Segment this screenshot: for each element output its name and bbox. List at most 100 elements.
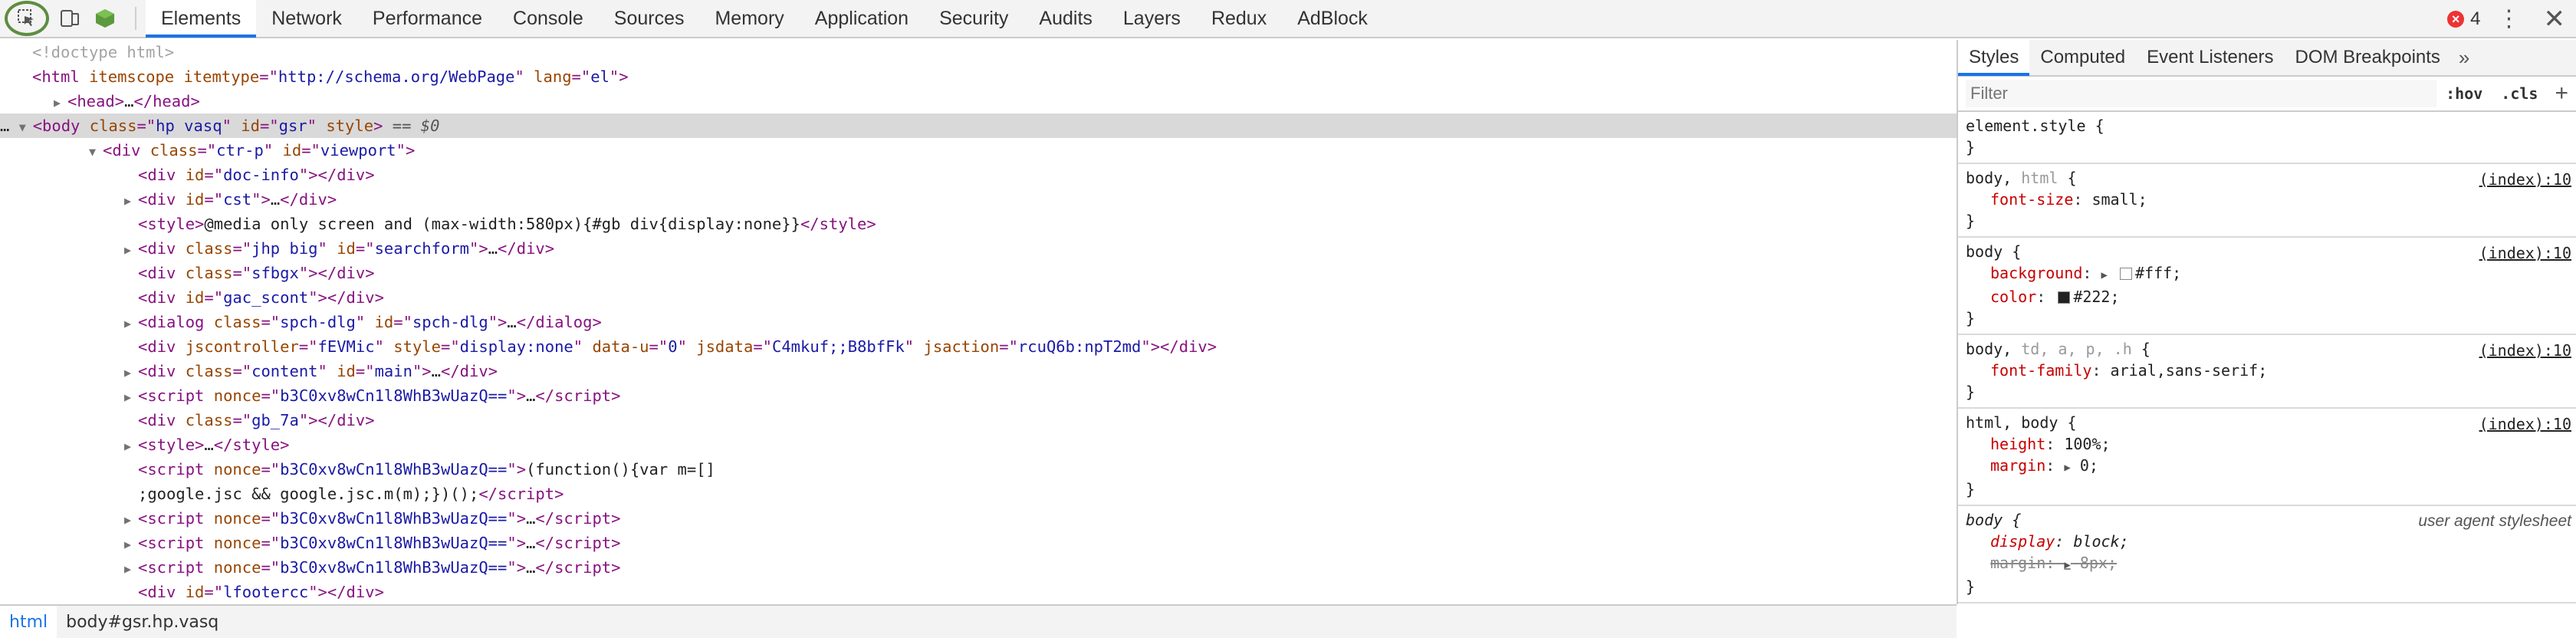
expand-triangle-icon: ▶ (124, 513, 132, 527)
dom-node[interactable]: <script nonce="b3C0xv8wCn1l8WhB3wUazQ=="… (0, 457, 715, 482)
expand-triangle-icon: ▼ (89, 145, 97, 159)
device-mode-icon (61, 10, 79, 27)
tab-sources[interactable]: Sources (599, 0, 700, 38)
style-declaration[interactable]: margin: ▶ 0; (1966, 455, 2576, 479)
color-swatch (2058, 291, 2071, 304)
tab-security[interactable]: Security (924, 0, 1024, 38)
breadcrumb-item[interactable]: html (0, 606, 58, 638)
style-rules: element.style {} body, html {(index):10 fo… (1958, 112, 2576, 603)
dom-node[interactable]: <div class="gb_7a"></div> (0, 408, 375, 432)
styles-filter-input[interactable] (1966, 80, 2437, 107)
expand-triangle-icon: ▶ (124, 243, 132, 257)
style-rule: body, html {(index):10 font-size: small;} (1958, 164, 2576, 238)
rule-selector[interactable]: element.style { (1966, 115, 2576, 136)
inspect-cursor-icon (18, 9, 34, 26)
toolbar-divider (135, 7, 136, 30)
new-rule-button[interactable]: + (2555, 81, 2568, 107)
expand-shorthand-icon: ▶ (2064, 559, 2071, 571)
rule-source-link[interactable]: (index):10 (2479, 413, 2571, 435)
dom-node[interactable]: ▶ <div id="cst">…</div> (0, 187, 337, 212)
tab-memory[interactable]: Memory (699, 0, 799, 38)
style-declaration[interactable]: margin: ▶ 8px; (1966, 552, 2576, 576)
style-rule: body {user agent stylesheet display: bloc… (1958, 506, 2576, 603)
style-rule: html, body {(index):10 height: 100%; margi… (1958, 409, 2576, 506)
style-rule: element.style {} (1958, 112, 2576, 164)
styles-tab-dom-breakpoints[interactable]: DOM Breakpoints (2285, 40, 2451, 76)
styles-filter-row: :hov .cls + (1958, 77, 2576, 112)
expand-triangle-icon: ▶ (124, 390, 132, 404)
dom-node-selected[interactable]: … ▼ <body class="hp vasq" id="gsr" style>… (0, 113, 1957, 138)
style-declaration[interactable]: height: 100%; (1966, 433, 2576, 455)
rule-source-link[interactable]: (index):10 (2479, 340, 2571, 361)
dom-node[interactable]: <!doctype html> (0, 40, 174, 64)
tab-audits[interactable]: Audits (1024, 0, 1107, 38)
dom-node[interactable]: ▶ <head>…</head> (0, 89, 200, 113)
color-swatch (2120, 268, 2132, 280)
tab-redux[interactable]: Redux (1196, 0, 1282, 38)
rule-source-link[interactable]: (index):10 (2479, 169, 2571, 190)
expand-shorthand-icon: ▶ (2064, 462, 2071, 474)
dom-node[interactable]: <div class="sfbgx"></div> (0, 261, 375, 285)
dom-node[interactable]: <style>@media only screen and (max-width… (0, 212, 876, 236)
extension-button[interactable] (90, 4, 120, 33)
styles-tabbar: Styles Computed Event Listeners DOM Breakpo… (1958, 40, 2576, 77)
error-icon[interactable]: × (2447, 11, 2465, 28)
dom-node[interactable]: ▶ <div class="content" id="main">…</div> (0, 359, 498, 383)
dom-node[interactable]: <div id="lfootercc"></div> (0, 580, 384, 604)
expand-triangle-icon: ▶ (54, 96, 61, 110)
devtools-toolbar: Elements Network Performance Console Sources… (0, 0, 2576, 38)
class-toggle[interactable]: .cls (2501, 84, 2538, 103)
style-declaration[interactable]: font-family: arial,sans-serif; (1966, 360, 2576, 381)
dom-node[interactable]: <div id="gac_scont"></div> (0, 285, 384, 310)
error-count[interactable]: 4 (2470, 8, 2480, 30)
tab-performance[interactable]: Performance (357, 0, 498, 38)
more-tabs-icon[interactable]: » (2459, 46, 2469, 70)
device-toolbar-button[interactable] (55, 4, 84, 33)
dom-node[interactable]: ▶ <div class="jhp big" id="searchform">…<… (0, 236, 554, 261)
tab-adblock[interactable]: AdBlock (1282, 0, 1383, 38)
breadcrumb: html body#gsr.hp.vasq (0, 604, 1957, 638)
dom-node[interactable]: ;google.jsc && google.jsc.m(m);})();</sc… (0, 482, 564, 506)
tab-console[interactable]: Console (498, 0, 599, 38)
tab-network[interactable]: Network (256, 0, 357, 38)
close-devtools-icon[interactable]: ✕ (2544, 6, 2566, 32)
cube-extension-icon (96, 9, 114, 28)
dom-tree: <!doctype html> <html itemscope itemtype=… (0, 40, 1957, 604)
expand-triangle-icon: ▶ (124, 366, 132, 380)
rule-source-link: user agent stylesheet (2418, 512, 2571, 530)
styles-pane: Styles Computed Event Listeners DOM Breakpo… (1958, 40, 2576, 638)
tab-layers[interactable]: Layers (1108, 0, 1196, 38)
expand-triangle-icon: ▶ (124, 562, 132, 576)
breadcrumb-item[interactable]: body#gsr.hp.vasq (57, 613, 228, 632)
style-declaration[interactable]: display: block; (1966, 531, 2576, 552)
style-rule: body, td, a, p, .h {(index):10 font-famil… (1958, 335, 2576, 409)
style-declaration[interactable]: font-size: small; (1966, 189, 2576, 210)
style-declaration[interactable]: color: #222; (1966, 286, 2576, 307)
dom-node[interactable]: ▶ <script nonce="b3C0xv8wCn1l8WhB3wUazQ==… (0, 506, 621, 531)
tab-application[interactable]: Application (800, 0, 924, 38)
styles-tab-event-listeners[interactable]: Event Listeners (2136, 40, 2284, 76)
styles-tab-computed[interactable]: Computed (2029, 40, 2136, 76)
tab-elements[interactable]: Elements (146, 0, 257, 38)
dom-node[interactable]: <div id="doc-info"></div> (0, 163, 375, 187)
expand-triangle-icon: ▶ (124, 538, 132, 551)
dom-node[interactable]: ▶ <dialog class="spch-dlg" id="spch-dlg">… (0, 310, 602, 334)
dom-node[interactable]: <html itemscope itemtype="http://schema.… (0, 64, 629, 89)
styles-tab-styles[interactable]: Styles (1958, 40, 2030, 76)
dom-node[interactable]: ▶ <script nonce="b3C0xv8wCn1l8WhB3wUazQ==… (0, 555, 621, 580)
more-options-icon[interactable]: ⋮ (2498, 8, 2521, 31)
dom-node[interactable]: ▶ <style>…</style> (0, 432, 290, 457)
dom-node[interactable]: ▶ <script nonce="b3C0xv8wCn1l8WhB3wUazQ==… (0, 383, 621, 408)
hover-state-toggle[interactable]: :hov (2446, 84, 2482, 103)
style-rule: body {(index):10 background: ▶ #fff; color… (1958, 238, 2576, 335)
expand-triangle-icon: ▶ (124, 439, 132, 453)
expand-triangle-icon: ▶ (124, 317, 132, 331)
rule-source-link[interactable]: (index):10 (2479, 242, 2571, 264)
dom-node[interactable]: <div jscontroller="fEVMic" style="displa… (0, 334, 1217, 359)
expand-shorthand-icon: ▶ (2101, 269, 2108, 281)
dom-node[interactable]: ▼ <div class="ctr-p" id="viewport"> (0, 138, 415, 163)
dom-node[interactable]: ▶ <script nonce="b3C0xv8wCn1l8WhB3wUazQ==… (0, 531, 621, 555)
style-declaration[interactable]: background: ▶ #fff; (1966, 262, 2576, 286)
inspect-element-button[interactable] (5, 1, 49, 36)
expand-triangle-icon: ▶ (124, 194, 132, 208)
